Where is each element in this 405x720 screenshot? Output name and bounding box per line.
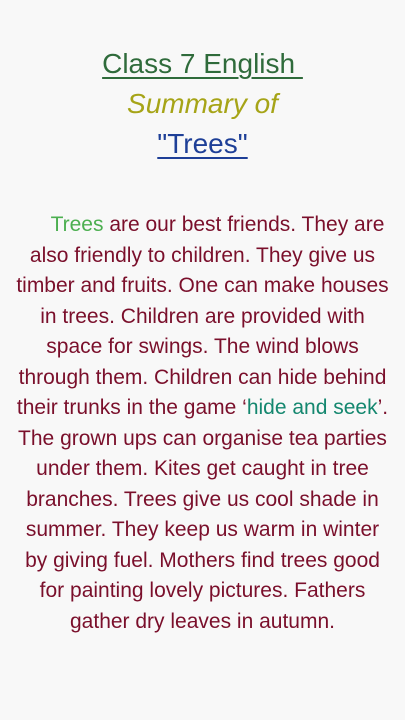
- class-title: Class 7 English: [102, 48, 303, 79]
- summary-page: Class 7 English Summary of "Trees" Trees…: [0, 0, 405, 720]
- title-block: Class 7 English Summary of "Trees": [0, 44, 405, 164]
- summary-body: Trees are our best friends. They are als…: [12, 210, 393, 637]
- paragraph-1-text: are our best friends. They are also frie…: [16, 213, 389, 419]
- summary-paragraph-2: The grown ups can organise tea parties u…: [18, 426, 387, 633]
- game-name: hide and seek: [246, 396, 378, 419]
- summary-subtitle: Summary of: [127, 88, 278, 119]
- summary-paragraph-1: Trees are our best friends. They are als…: [12, 210, 393, 424]
- lead-word: Trees: [50, 213, 104, 236]
- paragraph-1-end: ’.: [377, 396, 389, 419]
- lesson-title: "Trees": [157, 128, 248, 159]
